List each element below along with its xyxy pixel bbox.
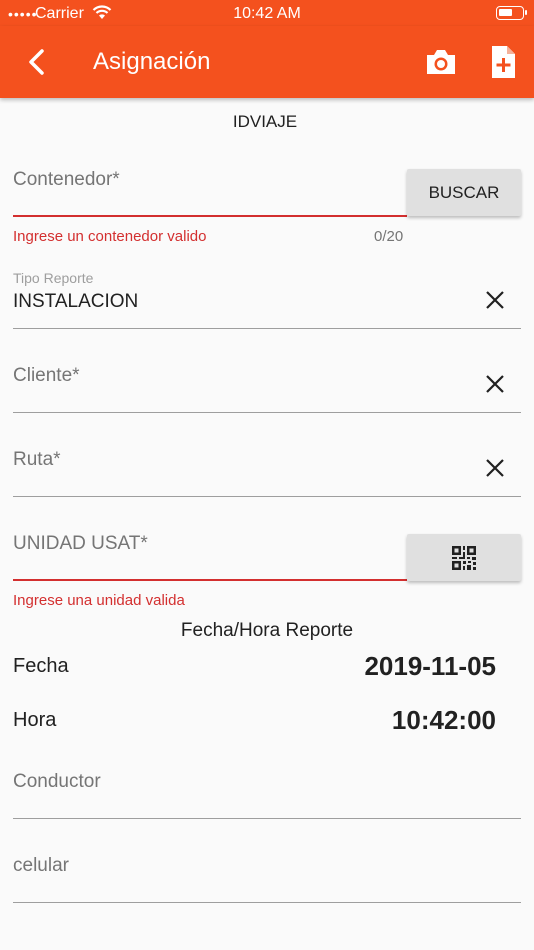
fecha-value[interactable]: 2019-11-05	[364, 651, 496, 682]
unidad-usat-placeholder: UNIDAD USAT*	[13, 533, 148, 554]
idviaje-label: IDVIAJE	[232, 112, 298, 131]
fecha-label: Fecha	[13, 655, 69, 677]
ruta-placeholder: Ruta*	[13, 449, 61, 470]
clear-icon[interactable]	[484, 457, 506, 479]
clear-icon[interactable]	[484, 373, 506, 395]
clock: 10:42 AM	[233, 5, 301, 22]
cliente-placeholder: Cliente*	[13, 365, 80, 386]
contenedor-error: Ingrese un contenedor valido	[13, 228, 207, 245]
buscar-button[interactable]: BUSCAR	[407, 169, 521, 216]
conductor-placeholder: Conductor	[13, 771, 101, 792]
tipo-reporte-underline	[13, 328, 521, 329]
app-bar: Asignación	[0, 26, 534, 98]
tipo-reporte-label: Tipo Reporte	[13, 270, 94, 286]
conductor-underline	[13, 818, 521, 819]
scan-qr-button[interactable]	[407, 534, 521, 581]
contenedor-underline	[13, 215, 407, 217]
clear-icon[interactable]	[484, 289, 506, 311]
status-bar: ••••• Carrier 10:42 AM	[0, 0, 534, 26]
contenedor-counter: 0/20	[374, 228, 404, 245]
page-title: Asignación	[93, 48, 211, 75]
hora-value[interactable]: 10:42:00	[392, 705, 496, 736]
celular-underline	[13, 902, 521, 903]
add-document-icon[interactable]	[487, 44, 519, 80]
qr-code-icon	[452, 546, 476, 570]
back-icon[interactable]	[22, 46, 52, 78]
ruta-underline	[13, 496, 521, 497]
hora-label: Hora	[13, 709, 57, 731]
unidad-usat-underline	[13, 579, 407, 581]
tipo-reporte-value: INSTALACION	[13, 291, 139, 312]
celular-placeholder: celular	[13, 855, 69, 876]
camera-icon[interactable]	[424, 47, 458, 77]
unidad-usat-error: Ingrese una unidad valida	[13, 592, 185, 609]
battery-icon	[496, 6, 527, 20]
fecha-hora-title: Fecha/Hora Reporte	[180, 620, 354, 641]
cliente-underline	[13, 412, 521, 413]
contenedor-placeholder: Contenedor*	[13, 169, 120, 190]
